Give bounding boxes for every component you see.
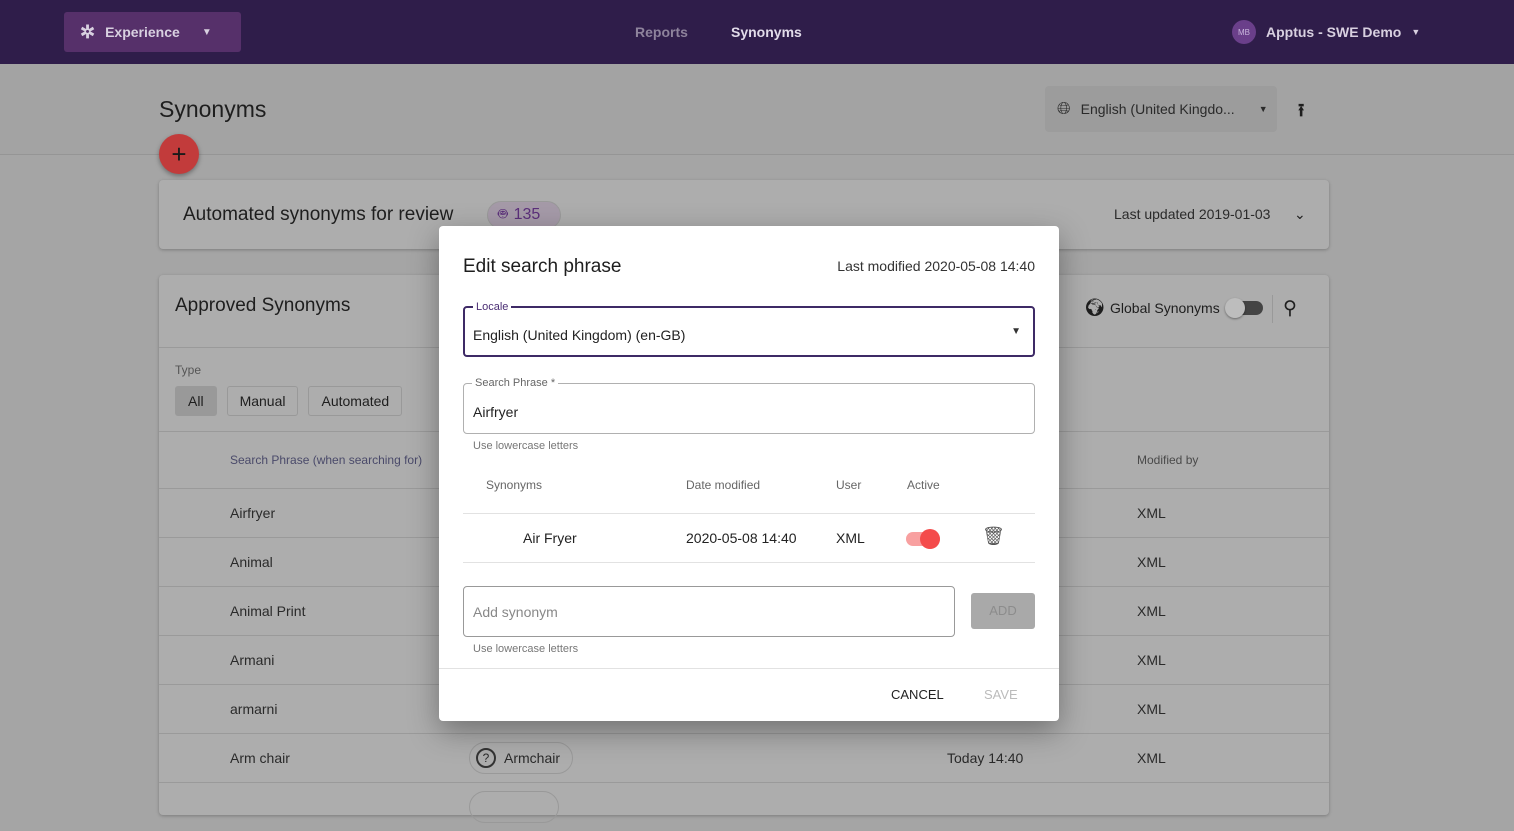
upload-icon[interactable]: ⭱ — [1298, 98, 1304, 128]
type-filter: All Manual Automated — [175, 386, 403, 416]
count-badge: 🤖︎ 135 — [487, 201, 561, 229]
user-menu[interactable]: MB Apptus - SWE Demo ▼ — [1232, 20, 1420, 44]
caret-down-icon: ▼ — [1411, 27, 1421, 37]
last-updated: Last updated 2019-01-03 — [1114, 206, 1271, 222]
avatar: MB — [1232, 20, 1256, 44]
help-icon: ? — [476, 748, 496, 768]
globe-icon: 🌐︎ — [1057, 99, 1071, 118]
caret-down-icon: ▼ — [1258, 104, 1268, 114]
locale-select[interactable]: 🌐︎ English (United Kingdo... ▼ — [1045, 86, 1277, 132]
top-bar: ✲ Experience ▼ Reports Synonyms MB Apptu… — [0, 0, 1514, 64]
page-title: Synonyms — [159, 96, 267, 122]
logo-icon: ✲ — [80, 21, 96, 42]
trash-icon[interactable]: 🗑︎ — [982, 526, 1005, 547]
filter-manual[interactable]: Manual — [226, 386, 299, 416]
plus-icon: + — [171, 138, 187, 169]
panel-title: Automated synonyms for review — [183, 204, 454, 225]
caret-down-icon: ▼ — [1011, 326, 1021, 337]
add-synonym-input[interactable]: Add synonym — [463, 586, 955, 637]
synonym-chip[interactable]: ? Armchair — [469, 742, 574, 774]
active-toggle[interactable] — [906, 529, 940, 549]
column-header[interactable]: Search Phrase (when searching for) — [230, 453, 422, 467]
locale-select[interactable]: Locale English (United Kingdom) (en-GB) … — [463, 301, 1035, 357]
table-row[interactable]: Arm chair ? Armchair Today 14:40 XML — [159, 733, 1329, 782]
globe-icon: 🌍︎ — [1084, 298, 1106, 317]
add-button[interactable]: ADD — [971, 593, 1035, 629]
table-row[interactable] — [159, 782, 1329, 831]
search-phrase-input[interactable]: Search Phrase * Airfryer — [463, 377, 1035, 434]
add-phrase-button[interactable]: + — [159, 134, 199, 174]
experience-menu-button[interactable]: ✲ Experience ▼ — [64, 12, 241, 52]
column-header[interactable]: Modified by — [1137, 453, 1198, 467]
nav-reports[interactable]: Reports — [635, 24, 688, 40]
robot-icon: 🤖︎ — [498, 206, 508, 223]
panel-title: Approved Synonyms — [175, 295, 351, 316]
dialog-title: Edit search phrase — [463, 256, 622, 277]
global-synonyms-toggle[interactable] — [1225, 298, 1263, 318]
last-modified: Last modified 2020-05-08 14:40 — [837, 258, 1035, 274]
synonym-row: Air Fryer 2020-05-08 14:40 XML 🗑︎ — [463, 513, 1035, 563]
caret-down-icon: ▼ — [201, 26, 212, 38]
chevron-down-icon[interactable]: ⌄ — [1294, 206, 1306, 223]
cancel-button[interactable]: CANCEL — [891, 687, 944, 702]
nav-synonyms[interactable]: Synonyms — [731, 24, 802, 40]
filter-all[interactable]: All — [175, 386, 217, 416]
edit-search-phrase-dialog: Edit search phrase Last modified 2020-05… — [439, 226, 1059, 721]
search-icon[interactable]: ⚲ — [1283, 297, 1297, 320]
page-header: Synonyms 🌐︎ English (United Kingdo... ▼ … — [0, 64, 1514, 155]
filter-automated[interactable]: Automated — [308, 386, 403, 416]
save-button[interactable]: SAVE — [984, 687, 1018, 702]
